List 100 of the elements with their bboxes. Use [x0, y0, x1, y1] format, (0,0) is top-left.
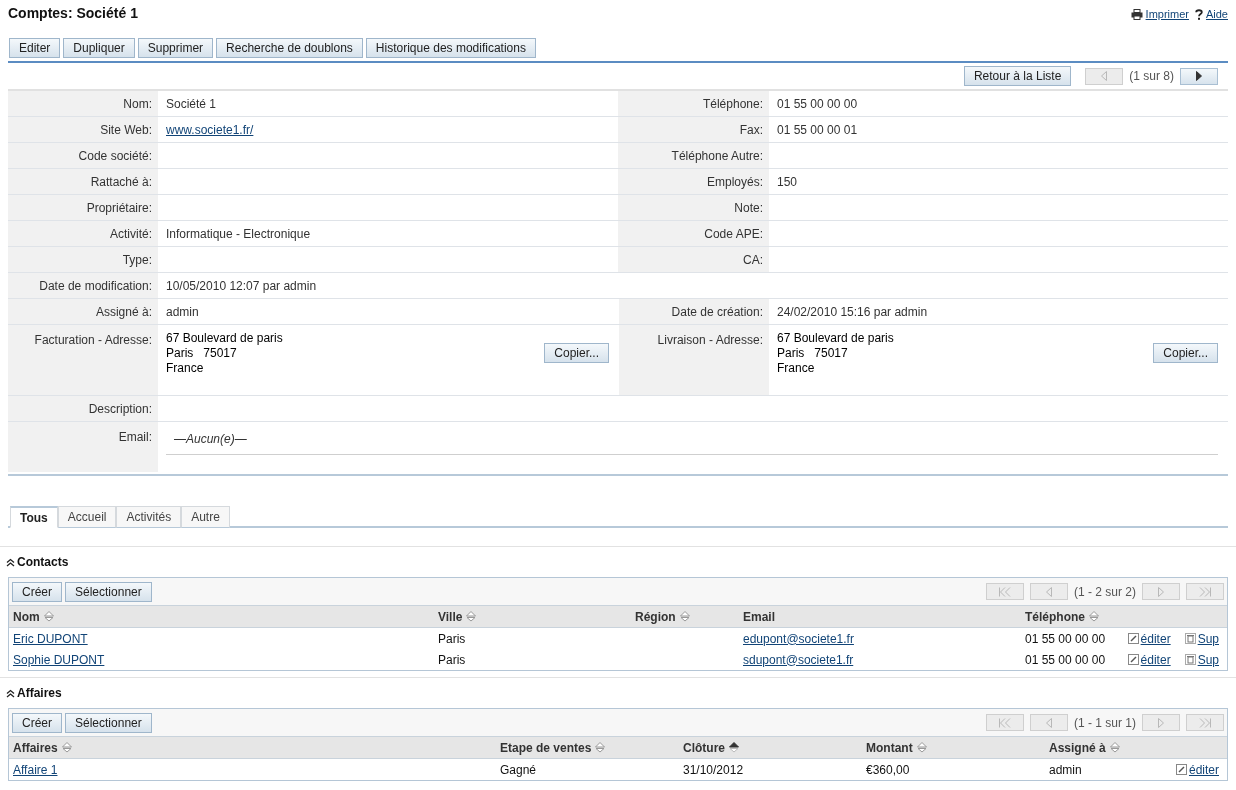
first-page-icon	[999, 586, 1011, 597]
pencil-icon	[1127, 654, 1139, 665]
address-line: 67 Boulevard de paris	[166, 331, 284, 346]
record-link[interactable]: Eric DUPONT	[13, 631, 88, 646]
record-link[interactable]: sdupont@societe1.fr	[743, 652, 854, 667]
panel-button[interactable]: Créer	[12, 581, 62, 602]
address-line: 67 Boulevard de paris	[777, 331, 895, 346]
action-button[interactable]: Historique des modifications	[365, 38, 536, 58]
help-link[interactable]: Aide	[1194, 6, 1228, 23]
column-header[interactable]: Nom	[13, 607, 40, 626]
column-header[interactable]: Montant	[866, 738, 913, 757]
next-icon	[1196, 71, 1202, 81]
previous-icon	[1046, 586, 1052, 597]
table-cell: 01 55 00 00 00	[1025, 652, 1106, 667]
field-label: Note:	[734, 199, 763, 217]
pager-label: (1 - 1 sur 1)	[1074, 714, 1136, 732]
address-line: Paris 75017	[777, 346, 849, 361]
website-link[interactable]: www.societe1.fr/	[166, 120, 254, 139]
collapse-icon[interactable]	[6, 557, 15, 567]
previous-icon	[1101, 71, 1108, 81]
field-label: Date de création:	[671, 303, 763, 321]
address-line: France	[166, 361, 205, 376]
pager-label: (1 - 2 sur 2)	[1074, 583, 1136, 601]
delete-link[interactable]: Sup	[1184, 650, 1219, 669]
help-icon	[1194, 8, 1203, 20]
edit-link[interactable]: éditer	[1175, 760, 1219, 779]
tab[interactable]: Accueil	[57, 506, 117, 528]
collapse-icon[interactable]	[6, 688, 15, 698]
action-button[interactable]: Dupliquer	[63, 38, 135, 58]
field-label: Date de modification:	[39, 277, 152, 295]
table-cell: Paris	[438, 652, 466, 667]
field-label: Code APE:	[704, 225, 763, 243]
tab[interactable]: Autre	[181, 506, 230, 528]
field-label: Type:	[122, 251, 152, 269]
pager-button[interactable]	[1180, 67, 1218, 85]
table-cell: Gagné	[500, 762, 537, 777]
pager-label: (1 sur 8)	[1129, 68, 1174, 85]
column-header[interactable]: Etape de ventes	[500, 738, 592, 757]
field-label: Propriétaire:	[86, 199, 152, 217]
tab[interactable]: Activités	[116, 506, 182, 528]
table-cell: €360,00	[866, 762, 910, 777]
field-value: 24/02/2010 15:16 par admin	[777, 303, 928, 321]
field-value: 150	[777, 173, 798, 191]
sort-icon[interactable]	[729, 742, 739, 753]
panel-title: Affaires	[17, 685, 62, 702]
column-header[interactable]: Téléphone	[1025, 607, 1085, 626]
panel-button[interactable]: Créer	[12, 712, 62, 733]
table-cell: 01 55 00 00 00	[1025, 631, 1106, 646]
back-to-list-button[interactable]: Retour à la Liste	[963, 66, 1072, 86]
previous-icon	[1046, 717, 1052, 728]
table-cell: Paris	[438, 631, 466, 646]
pencil-icon	[1175, 764, 1187, 775]
field-value: Société 1	[166, 95, 217, 113]
field-label: Code société:	[78, 147, 152, 165]
record-link[interactable]: Affaire 1	[13, 762, 58, 777]
action-button[interactable]: Supprimer	[137, 38, 214, 58]
column-header[interactable]: Clôture	[683, 738, 725, 757]
tab[interactable]: Tous	[10, 506, 58, 528]
printer-icon	[1130, 8, 1143, 20]
next-icon	[1158, 717, 1164, 728]
delete-link[interactable]: Sup	[1184, 629, 1219, 648]
table-cell: 31/10/2012	[683, 762, 744, 777]
record-link[interactable]: edupont@societe1.fr	[743, 631, 854, 646]
address-line: France	[777, 361, 816, 376]
field-label: Email:	[118, 430, 152, 444]
address-line: Paris 75017	[166, 346, 238, 361]
field-value: 01 55 00 00 00	[777, 95, 858, 113]
field-label: Site Web:	[100, 121, 152, 139]
edit-link[interactable]: éditer	[1127, 629, 1171, 648]
column-header[interactable]: Région	[635, 607, 676, 626]
field-value: 10/05/2010 12:07 par admin	[166, 277, 317, 295]
empty-email-text: —Aucun(e)—	[174, 432, 247, 446]
last-page-icon	[1199, 586, 1211, 597]
copy-button[interactable]: Copier...	[544, 343, 609, 363]
column-header[interactable]: Email	[743, 607, 775, 626]
field-value: Informatique - Electronique	[166, 225, 311, 243]
last-page-icon	[1199, 717, 1211, 728]
panel-button[interactable]: Sélectionner	[65, 712, 152, 733]
field-label: Assigné à:	[95, 303, 152, 321]
field-label: Description:	[88, 400, 152, 418]
panel-button[interactable]: Sélectionner	[65, 581, 152, 602]
action-button[interactable]: Recherche de doublons	[216, 38, 363, 58]
field-label: Nom:	[123, 95, 152, 113]
action-button[interactable]: Editer	[9, 38, 61, 58]
copy-button[interactable]: Copier...	[1153, 343, 1218, 363]
field-label: Activité:	[110, 225, 152, 243]
next-icon	[1158, 586, 1164, 597]
print-link[interactable]: Imprimer	[1130, 6, 1189, 23]
column-header[interactable]: Assigné à	[1049, 738, 1106, 757]
field-label: CA:	[743, 251, 763, 269]
edit-link[interactable]: éditer	[1127, 650, 1171, 669]
field-value: 01 55 00 00 01	[777, 121, 858, 139]
field-label: Fax:	[739, 121, 763, 139]
panel-title: Contacts	[17, 554, 69, 571]
field-label: Facturation - Adresse:	[34, 333, 152, 347]
column-header[interactable]: Ville	[438, 607, 463, 626]
column-header[interactable]: Affaires	[13, 738, 58, 757]
field-label: Employés:	[706, 173, 763, 191]
page-title: Comptes: Société 1	[8, 4, 138, 23]
record-link[interactable]: Sophie DUPONT	[13, 652, 105, 667]
